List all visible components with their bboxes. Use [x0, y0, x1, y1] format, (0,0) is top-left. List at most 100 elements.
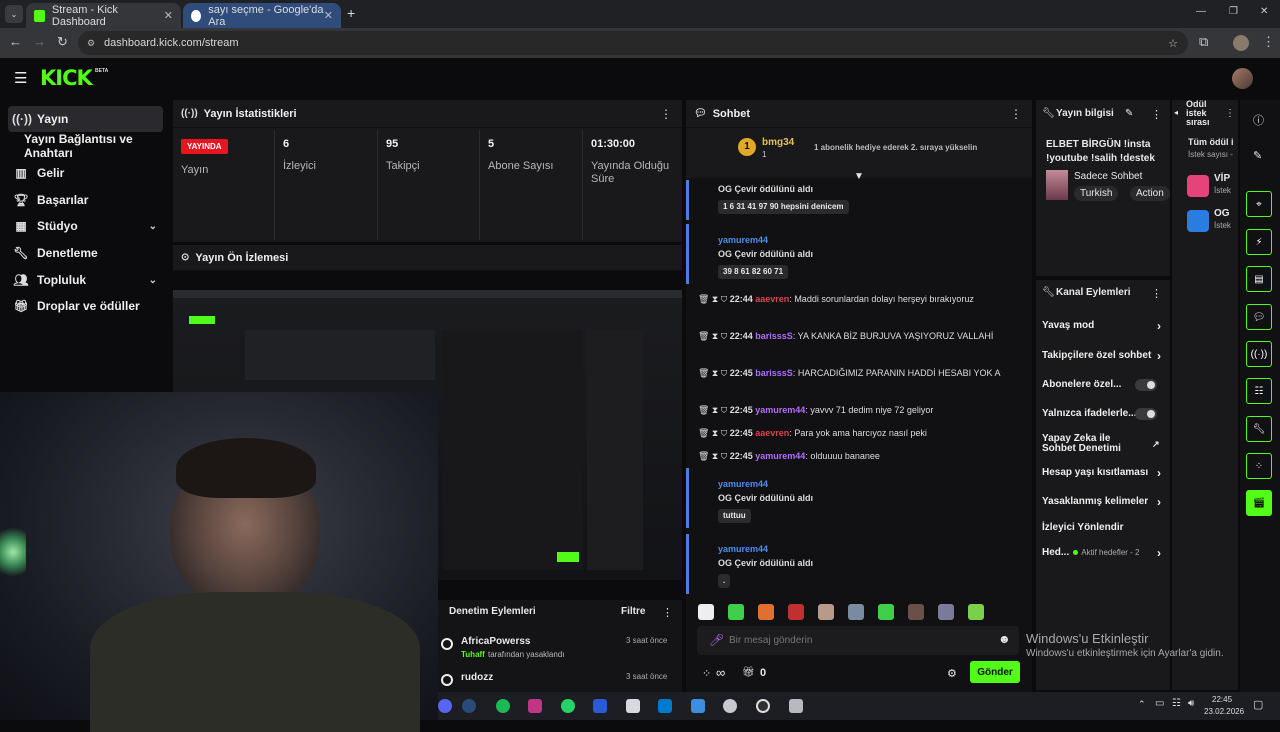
user-avatar[interactable] — [1232, 68, 1253, 89]
info-icon[interactable]: ⓘ — [1253, 112, 1264, 128]
forward-icon[interactable]: → — [33, 34, 46, 49]
more-options-icon[interactable]: ⋮ — [1010, 107, 1022, 121]
chat-user[interactable]: yamurem44 — [718, 477, 1043, 491]
instagram-icon[interactable] — [528, 699, 542, 713]
spotify-icon[interactable] — [496, 699, 510, 713]
chat-user[interactable]: aaevren — [755, 294, 789, 304]
site-info-icon[interactable]: ⚙ — [87, 38, 95, 49]
mod-actions-icon[interactable]: 🗑︎ ⧗ ⛉ — [698, 331, 727, 341]
emote-icon[interactable] — [908, 604, 924, 620]
action-banned-words[interactable]: Yasaklanmış kelimeler › — [1042, 495, 1167, 509]
bookmark-star-icon[interactable]: ☆ — [1168, 37, 1178, 50]
tab-google-search[interactable]: sayı seçme - Google'da Ara ✕ — [183, 3, 341, 28]
obs-icon[interactable] — [756, 699, 770, 713]
emote-icon[interactable] — [728, 604, 744, 620]
chat-user[interactable]: yamurem44 — [755, 405, 805, 415]
url-input[interactable]: ⚙ dashboard.kick.com/stream ☆ — [78, 31, 1188, 55]
action-ai-moderation[interactable]: Yapay Zeka ile Sohbet Denetimi ↗ — [1042, 434, 1160, 454]
tab-list-button[interactable]: ⌄ — [5, 5, 23, 23]
action-followers-only[interactable]: Takipçilere özel sohbet › — [1042, 349, 1167, 363]
sidebar-item-yayin[interactable]: ((·)) Yayın — [8, 106, 163, 132]
restore-icon[interactable]: ❐ — [1229, 6, 1238, 17]
emote-icon[interactable] — [788, 604, 804, 620]
sidebar-item-denetleme[interactable]: 🔧︎ Denetleme — [8, 240, 163, 266]
mod-actions-icon[interactable]: 🗑︎ ⧗ ⛉ — [698, 451, 727, 461]
widget-button-chat[interactable]: 💬︎ — [1246, 304, 1272, 330]
whatsapp-icon[interactable] — [561, 699, 575, 713]
action-goals[interactable]: Hed... Aktif hedefler - 2 › — [1042, 546, 1167, 560]
chrome-menu-icon[interactable]: ⋮ — [1262, 34, 1275, 50]
widget-button-flash[interactable]: ⚡︎ — [1246, 229, 1272, 255]
clock-date[interactable]: 23.02.2026 — [1204, 707, 1244, 716]
emote-icon[interactable] — [758, 604, 774, 620]
edit-pencil-icon[interactable]: ✎ — [1125, 108, 1133, 119]
new-tab-button[interactable]: + — [347, 5, 355, 21]
widget-button-broadcast[interactable]: ((·)) — [1246, 341, 1272, 367]
reload-icon[interactable]: ↻ — [57, 34, 68, 50]
reward-filter[interactable]: Tüm ödül i — [1188, 137, 1234, 147]
settings-gear-icon[interactable]: ⚙ — [947, 667, 957, 680]
kick-logo[interactable]: KICK — [40, 66, 93, 90]
chat-user[interactable]: yamurem44 — [718, 233, 1043, 247]
moderation-item[interactable]: rudozz 3 saat önce — [438, 668, 682, 692]
points-icon[interactable]: ⁘ — [702, 667, 711, 680]
emote-icon[interactable] — [698, 604, 714, 620]
widget-button-list[interactable]: ☷ — [1246, 378, 1272, 404]
sidebar-item-topluluk[interactable]: 👥︎ Topluluk ⌄ — [8, 267, 163, 293]
tag[interactable]: Action — [1130, 186, 1170, 201]
volume-icon[interactable]: 🔊︎ — [1188, 698, 1194, 709]
chat-user[interactable]: yamurem44 — [755, 451, 805, 461]
more-options-icon[interactable]: ⋮ — [1151, 108, 1162, 121]
mod-actions-icon[interactable]: 🗑︎ ⧗ ⛉ — [698, 368, 727, 378]
mod-actions-icon[interactable]: 🗑︎ ⧗ ⛉ — [698, 294, 727, 304]
shield-app-icon[interactable] — [723, 699, 737, 713]
emote-icon[interactable] — [968, 604, 984, 620]
tray-chevron-icon[interactable]: ⌃ — [1138, 699, 1146, 710]
more-options-icon[interactable]: ⋮ — [660, 107, 672, 121]
file-app-icon[interactable] — [789, 699, 803, 713]
chat-user[interactable]: yamurem44 — [718, 542, 1043, 556]
sidebar-item-stream-key[interactable]: Yayın Bağlantısı ve Anahtarı — [12, 132, 172, 160]
chat-user[interactable]: aaevren — [755, 428, 789, 438]
message-input[interactable] — [729, 632, 979, 648]
emoji-icon[interactable]: ☻ — [998, 632, 1011, 646]
emotes-only-toggle[interactable] — [1135, 407, 1157, 420]
minimize-icon[interactable]: — — [1196, 6, 1206, 17]
app-icon[interactable] — [593, 699, 607, 713]
clock-time[interactable]: 22:45 — [1212, 695, 1232, 704]
action-slow-mode[interactable]: Yavaş mod › — [1042, 319, 1167, 333]
action-subscribers-only[interactable]: Abonelere özel... — [1042, 378, 1167, 391]
hamburger-menu-icon[interactable]: ☰ — [14, 69, 27, 87]
moderation-item[interactable]: AfricaPowerss 3 saat önce Tuhaff tarafın… — [438, 632, 682, 662]
tag[interactable]: Turkish — [1074, 186, 1119, 201]
scroll-down-icon[interactable]: ▼ — [854, 171, 864, 182]
gift-icon[interactable]: 🎁︎ — [742, 667, 755, 678]
mic-icon[interactable]: 🎤︎ — [709, 633, 724, 647]
send-button[interactable]: Gönder — [970, 661, 1020, 683]
sidebar-item-basarilar[interactable]: 🏆︎ Başarılar — [8, 187, 163, 213]
close-window-icon[interactable]: ✕ — [1260, 6, 1268, 17]
widget-button-notes[interactable]: ▤ — [1246, 266, 1272, 292]
more-options-icon[interactable]: ⋮ — [662, 606, 673, 619]
back-icon[interactable]: ← — [9, 34, 22, 49]
close-tab-icon[interactable]: ✕ — [324, 9, 333, 22]
vscode-icon[interactable] — [658, 699, 672, 713]
discord-icon[interactable] — [438, 699, 452, 713]
chat-user[interactable]: barisssS — [755, 331, 793, 341]
action-redirect-viewers[interactable]: İzleyici Yönlendir — [1042, 522, 1167, 533]
subscribers-only-toggle[interactable] — [1135, 378, 1157, 391]
paint-icon[interactable] — [691, 699, 705, 713]
chat-input[interactable]: 🎤︎ ☻ — [697, 626, 1019, 655]
close-tab-icon[interactable]: ✕ — [164, 9, 173, 22]
widget-button-wrench[interactable]: 🔧︎ — [1246, 416, 1272, 442]
wifi-icon[interactable]: ☷ — [1172, 698, 1181, 709]
filter-button[interactable]: Filtre — [621, 606, 645, 617]
widget-button-points[interactable]: ⁘ — [1246, 453, 1272, 479]
emote-icon[interactable] — [848, 604, 864, 620]
notepad-icon[interactable] — [626, 699, 640, 713]
sidebar-item-studyo[interactable]: ▦ Stüdyo ⌄ — [8, 213, 163, 239]
action-emotes-only[interactable]: Yalnızca ifadelerle... — [1042, 407, 1167, 420]
action-account-age[interactable]: Hesap yaşı kısıtlaması › — [1042, 466, 1167, 480]
notification-icon[interactable]: ▢ — [1253, 698, 1263, 711]
widget-button-clip[interactable]: 🎬︎ — [1246, 490, 1272, 516]
